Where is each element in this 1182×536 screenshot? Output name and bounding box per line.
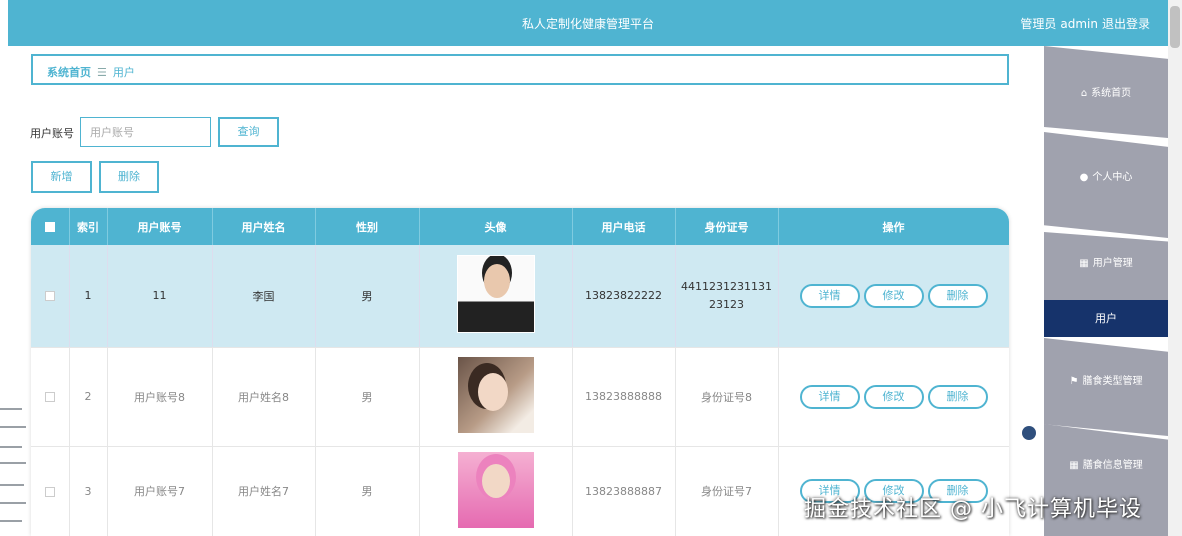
- avatar: [456, 450, 535, 529]
- sidebar-item-personal-center[interactable]: ● 个人中心: [1044, 132, 1168, 238]
- column-header: 身份证号: [675, 208, 779, 245]
- decorative-line: [0, 446, 22, 448]
- scrollbar[interactable]: [1168, 0, 1182, 536]
- sidebar-item-label: 用户管理: [1092, 258, 1133, 269]
- decorative-dot: [1022, 426, 1036, 440]
- sidebar-item-label: 用户: [1095, 312, 1117, 325]
- cell-name: 用户姓名8: [212, 347, 316, 447]
- cell-phone: 13823888888: [572, 347, 676, 447]
- cell-index: 1: [69, 245, 108, 348]
- cell-idcard: 身份证号8: [675, 347, 779, 447]
- watermark: 掘金技术社区 @ 小飞计算机毕设: [804, 497, 1142, 522]
- cell-gender: 男: [315, 446, 420, 536]
- row-checkbox[interactable]: [44, 392, 55, 402]
- cell-account: 11: [107, 245, 213, 348]
- sidebar-nav: ⌂ 系统首页 ● 个人中心 ▦ 用户管理 用户 ⚑ 膳食类型管理 ▦ 膳食信息管理: [1044, 46, 1168, 536]
- table-row[interactable]: 1 11 李国 男 13823822222 4411231231131 2312…: [31, 245, 1009, 348]
- sidebar-item-diet-type[interactable]: ⚑ 膳食类型管理: [1044, 338, 1168, 436]
- search-label: 用户账号: [30, 127, 74, 140]
- cell-phone: 13823888887: [572, 446, 676, 536]
- select-all-cell[interactable]: [31, 208, 70, 245]
- role-label: 管理员: [1020, 17, 1057, 31]
- row-delete-button[interactable]: 删除: [927, 384, 988, 409]
- row-checkbox[interactable]: [44, 486, 55, 497]
- cell-account: 用户账号7: [107, 446, 213, 536]
- sidebar-item-user[interactable]: 用户: [1044, 300, 1168, 337]
- row-delete-button[interactable]: 删除: [927, 283, 988, 308]
- column-header: 操作: [778, 208, 1009, 245]
- flag-icon: ⚑: [1069, 376, 1079, 387]
- sidebar-item-label: 系统首页: [1091, 88, 1132, 99]
- user-info: 管理员 admin 退出登录: [1016, 15, 1150, 32]
- logout-link[interactable]: 退出登录: [1102, 17, 1150, 31]
- decorative-line: [0, 426, 26, 428]
- avatar: [456, 255, 535, 334]
- sidebar-item-user-management[interactable]: ▦ 用户管理: [1044, 232, 1168, 300]
- column-header: 性别: [315, 208, 420, 245]
- decorative-line: [0, 462, 26, 464]
- column-header: 头像: [419, 208, 573, 245]
- cell-idcard: 4411231231131 23123: [675, 245, 779, 348]
- search-input[interactable]: [80, 117, 211, 147]
- cell-account: 用户账号8: [107, 347, 213, 447]
- home-icon: ⌂: [1080, 88, 1088, 99]
- select-all-checkbox[interactable]: [44, 222, 55, 232]
- top-header: 私人定制化健康管理平台 管理员 admin 退出登录: [8, 0, 1168, 46]
- grid-icon: ▦: [1079, 258, 1089, 269]
- decorative-line: [0, 484, 24, 486]
- cell-idcard: 身份证号7: [675, 446, 779, 536]
- edit-button[interactable]: 修改: [863, 283, 924, 308]
- cell-index: 2: [69, 347, 108, 447]
- sidebar-item-home[interactable]: ⌂ 系统首页: [1044, 46, 1168, 138]
- column-header: 用户账号: [107, 208, 213, 245]
- table-header-row: 索引 用户账号 用户姓名 性别 头像 用户电话 身份证号 操作: [31, 208, 1009, 245]
- cell-name: 用户姓名7: [212, 446, 316, 536]
- cell-phone: 13823822222: [572, 245, 676, 348]
- detail-button[interactable]: 详情: [799, 283, 860, 308]
- detail-button[interactable]: 详情: [799, 384, 860, 409]
- query-button[interactable]: 查询: [218, 117, 279, 147]
- decorative-line: [0, 502, 26, 504]
- cell-gender: 男: [315, 347, 420, 447]
- column-header: 用户姓名: [212, 208, 316, 245]
- breadcrumb: 系统首页 ☰ 用户: [31, 54, 1009, 85]
- breadcrumb-home[interactable]: 系统首页: [47, 66, 91, 79]
- sidebar-item-label: 膳食信息管理: [1082, 460, 1143, 471]
- decorative-line: [0, 408, 22, 410]
- edit-button[interactable]: 修改: [863, 384, 924, 409]
- table-row[interactable]: 2 用户账号8 用户姓名8 男 13823888888 身份证号8 详情 修改 删除: [31, 347, 1009, 447]
- cell-name: 李国: [212, 245, 316, 348]
- row-checkbox[interactable]: [44, 291, 55, 302]
- person-icon: ●: [1079, 172, 1089, 183]
- user-table: 索引 用户账号 用户姓名 性别 头像 用户电话 身份证号 操作 1 11 李国 …: [31, 208, 1009, 536]
- cell-index: 3: [69, 446, 108, 536]
- username: admin: [1060, 17, 1098, 31]
- sidebar-item-label: 个人中心: [1092, 172, 1133, 183]
- breadcrumb-current: 用户: [112, 66, 135, 79]
- delete-button[interactable]: 删除: [99, 161, 159, 193]
- decorative-line: [0, 520, 22, 522]
- avatar: [456, 356, 535, 434]
- breadcrumb-separator-icon: ☰: [97, 66, 107, 79]
- grid-icon: ▦: [1069, 460, 1079, 471]
- sidebar-item-label: 膳食类型管理: [1082, 376, 1143, 387]
- column-header: 索引: [69, 208, 108, 245]
- cell-gender: 男: [315, 245, 420, 348]
- app-title: 私人定制化健康管理平台: [521, 17, 654, 31]
- scrollbar-thumb[interactable]: [1170, 6, 1180, 48]
- column-header: 用户电话: [572, 208, 676, 245]
- add-button[interactable]: 新增: [31, 161, 92, 193]
